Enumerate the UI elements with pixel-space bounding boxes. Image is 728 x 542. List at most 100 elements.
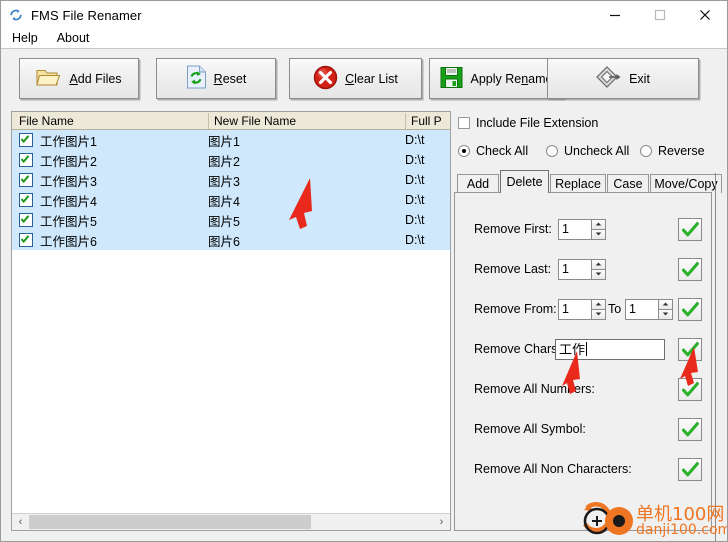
radio-uncheck-all-icon[interactable] xyxy=(546,145,558,157)
remove-from-stepper[interactable]: 1 xyxy=(558,298,606,320)
file-name-text: 工作图片3 xyxy=(40,174,97,189)
tab-add[interactable]: Add xyxy=(457,174,499,193)
scroll-left-icon[interactable]: ‹ xyxy=(12,514,29,530)
file-list-header: File Name New File Name Full P xyxy=(12,112,450,130)
delete-tab-panel: Remove First: 1 Remove Last: 1 Remove Fr… xyxy=(454,192,712,531)
row-checkbox[interactable] xyxy=(19,233,33,247)
cell-file-name: 工作图片2 xyxy=(12,151,208,170)
scrollbar-thumb[interactable] xyxy=(29,515,311,529)
table-row[interactable]: 工作图片1 图片1 D:\t xyxy=(12,130,450,150)
reset-button[interactable]: Reset xyxy=(156,58,276,99)
tab-replace[interactable]: Replace xyxy=(550,174,606,193)
spinner-up-icon[interactable] xyxy=(658,298,673,309)
cell-file-name: 工作图片3 xyxy=(12,171,208,190)
row-checkbox[interactable] xyxy=(19,213,33,227)
remove-last-stepper[interactable]: 1 xyxy=(558,258,606,280)
column-header-full-path[interactable]: Full P xyxy=(405,112,450,129)
remove-last-spin-buttons[interactable] xyxy=(591,258,606,280)
apply-rename-button[interactable]: Apply Rename xyxy=(429,58,564,99)
remove-from-row: Remove From: 1 To 1 xyxy=(455,297,713,321)
table-row[interactable]: 工作图片5 图片5 D:\t xyxy=(12,210,450,230)
radio-uncheck-all-label: Uncheck All xyxy=(564,144,630,158)
cell-file-name: 工作图片5 xyxy=(12,211,208,230)
remove-first-stepper[interactable]: 1 xyxy=(558,218,606,240)
floppy-save-icon xyxy=(440,66,463,92)
window-title: FMS File Renamer xyxy=(31,7,142,23)
cell-new-file-name: 图片2 xyxy=(208,154,240,169)
remove-to-spin-buttons[interactable] xyxy=(658,298,673,320)
spinner-up-icon[interactable] xyxy=(591,258,606,269)
radio-reverse-icon[interactable] xyxy=(640,145,652,157)
table-row[interactable]: 工作图片4 图片4 D:\t xyxy=(12,190,450,210)
cell-full-path: D:\t xyxy=(405,213,425,227)
tab-delete[interactable]: Delete xyxy=(500,170,549,193)
row-checkbox[interactable] xyxy=(19,193,33,207)
clear-list-button[interactable]: Clear List xyxy=(289,58,422,99)
file-name-text: 工作图片1 xyxy=(40,134,97,149)
spinner-down-icon[interactable] xyxy=(591,269,606,280)
remove-last-apply-button[interactable] xyxy=(678,257,702,281)
row-checkbox[interactable] xyxy=(19,173,33,187)
maximize-button[interactable] xyxy=(637,1,682,29)
remove-last-row: Remove Last: 1 xyxy=(455,257,713,281)
menu-item-help[interactable]: Help xyxy=(4,30,46,47)
cell-new-file-name: 图片1 xyxy=(208,134,240,149)
exit-button[interactable]: Exit xyxy=(547,58,699,99)
radio-check-all-icon[interactable] xyxy=(458,145,470,157)
remove-first-apply-button[interactable] xyxy=(678,217,702,241)
app-refresh-icon xyxy=(8,7,24,23)
add-files-button[interactable]: Add Files xyxy=(19,58,139,99)
remove-chars-row: Remove Chars: 工作 xyxy=(455,337,713,361)
radio-check-all-label: Check All xyxy=(476,144,529,158)
options-panel: Include File Extension Check All Uncheck… xyxy=(454,111,722,541)
menu-item-about[interactable]: About xyxy=(49,30,98,47)
remove-from-apply-button[interactable] xyxy=(678,297,702,321)
table-row[interactable]: 工作图片3 图片3 D:\t xyxy=(12,170,450,190)
remove-last-input[interactable]: 1 xyxy=(558,258,591,280)
remove-all-non-characters-apply-button[interactable] xyxy=(678,457,702,481)
remove-all-symbol-apply-button[interactable] xyxy=(678,417,702,441)
remove-first-input[interactable]: 1 xyxy=(558,218,591,240)
radio-reverse-label: Reverse xyxy=(658,144,705,158)
remove-all-numbers-apply-button[interactable] xyxy=(678,377,702,401)
include-file-extension-row[interactable]: Include File Extension xyxy=(458,116,598,130)
remove-chars-label: Remove Chars: xyxy=(474,342,561,356)
column-header-new-file-name[interactable]: New File Name xyxy=(208,112,405,129)
spinner-down-icon[interactable] xyxy=(591,229,606,240)
spinner-down-icon[interactable] xyxy=(591,309,606,320)
remove-chars-input[interactable]: 工作 xyxy=(555,338,665,360)
remove-from-label: Remove From: xyxy=(474,302,557,316)
remove-from-input[interactable]: 1 xyxy=(558,298,591,320)
spinner-down-icon[interactable] xyxy=(658,309,673,320)
remove-to-stepper[interactable]: 1 xyxy=(625,298,673,320)
scrollbar-track[interactable] xyxy=(29,514,433,530)
spinner-up-icon[interactable] xyxy=(591,298,606,309)
file-name-text: 工作图片2 xyxy=(40,154,97,169)
radio-check-all[interactable]: Check All xyxy=(458,144,528,158)
remove-to-label: To xyxy=(608,302,622,316)
column-header-file-name[interactable]: File Name xyxy=(12,113,208,129)
remove-to-input[interactable]: 1 xyxy=(625,298,658,320)
remove-all-numbers-label: Remove All Numbers: xyxy=(474,382,595,396)
tab-move-copy[interactable]: Move/Copy xyxy=(650,174,722,193)
table-row[interactable]: 工作图片2 图片2 D:\t xyxy=(12,150,450,170)
remove-first-spin-buttons[interactable] xyxy=(591,218,606,240)
remove-last-label: Remove Last: xyxy=(474,262,552,276)
include-extension-checkbox[interactable] xyxy=(458,117,470,129)
table-row[interactable]: 工作图片6 图片6 D:\t xyxy=(12,230,450,250)
radio-uncheck-all[interactable]: Uncheck All xyxy=(546,144,629,158)
close-button[interactable] xyxy=(682,1,727,29)
horizontal-scrollbar[interactable]: ‹ › xyxy=(12,513,450,530)
tab-case[interactable]: Case xyxy=(607,174,649,193)
row-checkbox[interactable] xyxy=(19,133,33,147)
minimize-button[interactable] xyxy=(592,1,637,29)
file-list[interactable]: File Name New File Name Full P 工作图片1 图片1… xyxy=(11,111,451,531)
cell-full-path: D:\t xyxy=(405,173,425,187)
radio-reverse[interactable]: Reverse xyxy=(640,144,705,158)
remove-chars-apply-button[interactable] xyxy=(678,337,702,361)
remove-from-spin-buttons[interactable] xyxy=(591,298,606,320)
scroll-right-icon[interactable]: › xyxy=(433,514,450,530)
row-checkbox[interactable] xyxy=(19,153,33,167)
spinner-up-icon[interactable] xyxy=(591,218,606,229)
refresh-document-icon xyxy=(186,65,207,92)
